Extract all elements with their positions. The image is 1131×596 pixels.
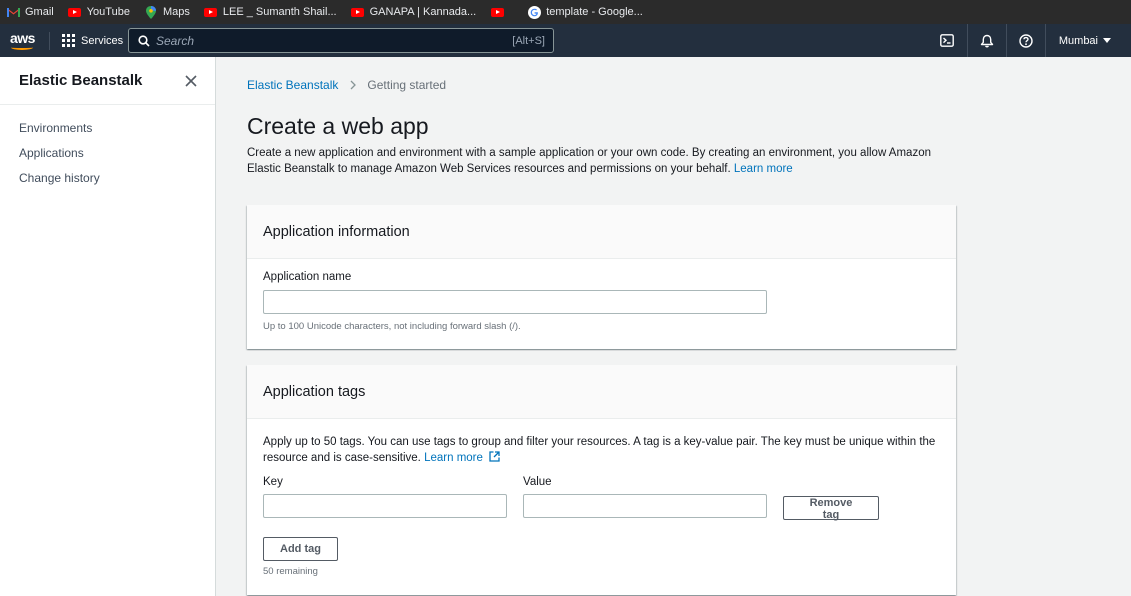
bookmark-maps[interactable]: Maps <box>144 5 190 19</box>
nav-divider <box>49 31 50 50</box>
tags-learn-more-link[interactable]: Learn more <box>424 451 500 464</box>
search-box[interactable]: [Alt+S] <box>128 28 554 53</box>
maps-icon <box>144 5 158 19</box>
tag-key-field: Key <box>263 476 507 521</box>
google-icon <box>527 5 541 19</box>
bookmark-template[interactable]: template - Google... <box>527 5 643 19</box>
region-label: Mumbai <box>1058 34 1098 47</box>
bookmark-label: Gmail <box>25 6 54 18</box>
bookmark-label: LEE _ Sumanth Shail... <box>222 6 337 18</box>
aws-logo[interactable]: aws <box>10 31 36 51</box>
tag-value-field: Value <box>523 476 767 521</box>
caret-down-icon <box>1103 38 1111 43</box>
side-nav-title[interactable]: Elastic Beanstalk <box>19 72 142 89</box>
application-name-hint: Up to 100 Unicode characters, not includ… <box>263 321 521 332</box>
bookmark-youtube-untitled[interactable] <box>490 5 509 19</box>
application-tags-panel: Application tags Apply up to 50 tags. Yo… <box>247 365 956 595</box>
side-nav-list: Environments Applications Change history <box>0 105 215 192</box>
help-button[interactable] <box>1005 24 1045 57</box>
bookmark-gmail[interactable]: Gmail <box>6 5 54 19</box>
youtube-icon <box>204 5 218 19</box>
bookmark-ganapa[interactable]: GANAPA | Kannada... <box>351 5 477 19</box>
bookmark-youtube[interactable]: YouTube <box>68 5 130 19</box>
chevron-right-icon <box>350 80 357 90</box>
nav-right-group: Mumbai <box>928 24 1131 57</box>
youtube-icon <box>490 5 504 19</box>
tags-description: Apply up to 50 tags. You can use tags to… <box>263 436 936 464</box>
application-information-panel: Application information Application name… <box>247 205 956 349</box>
sidebar-item-applications[interactable]: Applications <box>0 142 215 167</box>
tag-value-input[interactable] <box>523 494 767 518</box>
panel-body: Apply up to 50 tags. You can use tags to… <box>247 434 956 577</box>
bookmark-lee-sumanth[interactable]: LEE _ Sumanth Shail... <box>204 5 337 19</box>
breadcrumb-link-elastic-beanstalk[interactable]: Elastic Beanstalk <box>247 78 338 92</box>
panel-body: Application name Up to 100 Unicode chara… <box>247 271 956 332</box>
sidebar-item-change-history[interactable]: Change history <box>0 167 215 192</box>
add-tag-button[interactable]: Add tag <box>263 537 338 561</box>
page-description: Create a new application and environment… <box>247 147 931 175</box>
application-name-input[interactable] <box>263 290 767 314</box>
panel-heading: Application tags <box>247 365 956 419</box>
bookmark-label: template - Google... <box>546 6 643 18</box>
remove-tag-button[interactable]: Remove tag <box>783 496 879 521</box>
bookmark-label: Maps <box>162 6 190 18</box>
learn-more-link[interactable]: Learn more <box>734 163 793 175</box>
tags-remaining-count: 50 remaining <box>263 566 318 577</box>
bell-icon <box>980 34 994 47</box>
services-label: Services <box>81 34 124 47</box>
notifications-button[interactable] <box>966 24 1006 57</box>
side-navigation: Elastic Beanstalk Environments Applicati… <box>0 57 216 596</box>
breadcrumb-current: Getting started <box>367 78 447 92</box>
aws-smile-icon <box>11 45 33 50</box>
key-label: Key <box>263 476 283 488</box>
cloudshell-icon <box>940 34 955 47</box>
gmail-icon <box>6 5 20 19</box>
aws-top-nav: aws Services [Alt+S] Mumbai <box>0 24 1131 57</box>
panel-heading: Application information <box>247 205 956 259</box>
bookmark-label: YouTube <box>86 6 130 18</box>
breadcrumb: Elastic Beanstalk Getting started <box>247 78 956 92</box>
external-link-icon <box>489 451 500 462</box>
side-nav-header: Elastic Beanstalk <box>0 57 215 105</box>
value-label: Value <box>523 476 552 488</box>
grid-icon <box>62 34 75 47</box>
close-icon[interactable] <box>185 74 197 87</box>
search-shortcut-hint: [Alt+S] <box>512 34 545 47</box>
youtube-icon <box>351 5 365 19</box>
tag-key-input[interactable] <box>263 494 507 518</box>
region-selector[interactable]: Mumbai <box>1044 24 1131 57</box>
youtube-icon <box>68 5 82 19</box>
bookmarks-bar: Gmail YouTube Maps LEE _ Sumanth Shail..… <box>0 0 1131 24</box>
help-icon <box>1019 33 1033 48</box>
search-input[interactable] <box>156 33 513 48</box>
application-name-label: Application name <box>263 271 352 283</box>
bookmark-label: GANAPA | Kannada... <box>369 6 477 18</box>
services-menu-button[interactable]: Services <box>62 34 123 47</box>
cloudshell-button[interactable] <box>928 24 967 57</box>
page-title: Create a web app <box>247 113 429 139</box>
main-content: Elastic Beanstalk Getting started Create… <box>247 57 956 595</box>
remove-tag-wrapper: Remove tag <box>783 476 879 521</box>
search-icon <box>138 34 150 47</box>
sidebar-item-environments[interactable]: Environments <box>0 117 215 142</box>
tag-row: Key Value Remove tag <box>263 476 940 521</box>
